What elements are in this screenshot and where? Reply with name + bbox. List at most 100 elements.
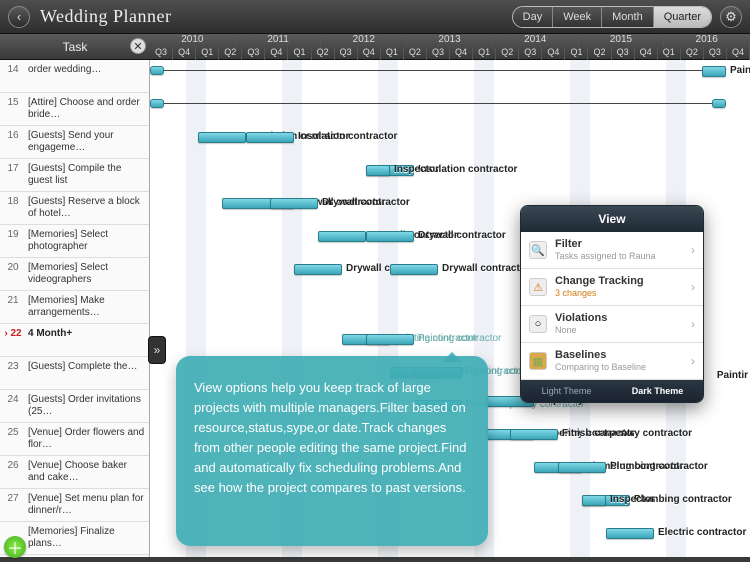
view-item-title: Baselines [555, 349, 691, 361]
task-name: order wedding… [26, 62, 149, 78]
settings-button[interactable]: ⚙ [720, 6, 742, 28]
task-row[interactable]: › 224 Month+ [0, 324, 149, 357]
gantt-bar[interactable] [246, 132, 294, 143]
year-label: 2015 [579, 34, 665, 47]
quarter-label: Q1 [196, 47, 219, 60]
quarter-label: Q3 [150, 47, 173, 60]
theme-dark[interactable]: Dark Theme [612, 380, 703, 402]
quarter-label: Q1 [288, 47, 311, 60]
view-popover: View 🔍FilterTasks assigned to Rauna›⚠Cha… [520, 205, 704, 403]
task-number: 15 [0, 95, 26, 108]
gantt-bar[interactable] [558, 462, 606, 473]
quarter-label: Q3 [612, 47, 635, 60]
quarter-label: Q2 [404, 47, 427, 60]
task-number: 25 [0, 425, 26, 438]
task-name: [Guests] Compile the guest list [26, 161, 149, 189]
gantt-bar[interactable] [318, 231, 366, 242]
view-item-violations[interactable]: ○ViolationsNone› [521, 306, 703, 343]
gantt-bar[interactable] [198, 132, 246, 143]
add-task-button[interactable]: ＋ [4, 536, 26, 558]
task-row[interactable]: 18[Guests] Reserve a block of hotel… [0, 192, 149, 225]
expand-columns-handle[interactable]: » [148, 336, 166, 364]
summary-cap [150, 99, 164, 108]
theme-light[interactable]: Light Theme [521, 380, 612, 402]
quarter-label: Q4 [358, 47, 381, 60]
quarter-label: Q3 [335, 47, 358, 60]
task-number: 21 [0, 293, 26, 306]
gantt-bar[interactable] [366, 231, 414, 242]
task-name: [Memories] Select photographer [26, 227, 149, 255]
task-number: 26 [0, 458, 26, 471]
task-number [0, 524, 26, 526]
view-item-filter[interactable]: 🔍FilterTasks assigned to Rauna› [521, 232, 703, 269]
task-row[interactable]: 15[Attire] Choose and order bride… [0, 93, 149, 126]
violations-icon: ○ [529, 315, 547, 333]
task-header-label: Task [63, 40, 88, 54]
chevron-right-icon: › [691, 317, 695, 331]
view-item-text: Change Tracking3 changes [555, 275, 691, 299]
quarter-label: Q4 [635, 47, 658, 60]
year-label: 2011 [236, 34, 322, 47]
task-row[interactable]: 23[Guests] Complete the… [0, 357, 149, 390]
range-day[interactable]: Day [513, 7, 554, 27]
back-button[interactable]: ‹ [8, 6, 30, 28]
task-number: 16 [0, 128, 26, 141]
task-number: 14 [0, 62, 26, 75]
year-label: 2014 [493, 34, 579, 47]
gantt-bar[interactable] [390, 264, 438, 275]
task-row[interactable]: 20[Memories] Select videographers [0, 258, 149, 291]
view-popover-title: View [521, 206, 703, 232]
gantt-bar-label: Inspector [394, 164, 439, 175]
quarter-label: Q3 [427, 47, 450, 60]
gantt-bar[interactable] [510, 429, 558, 440]
app-title: Wedding Planner [40, 6, 172, 27]
gantt-bar-label: Insulation contractor [298, 131, 397, 142]
gantt-bar-label: Paintir [717, 370, 748, 381]
range-quarter[interactable]: Quarter [654, 7, 711, 27]
task-row[interactable]: 21[Memories] Make arrangements… [0, 291, 149, 324]
gantt-bar[interactable] [606, 528, 654, 539]
view-item-change_tracking[interactable]: ⚠ Change Tracking3 changes› [521, 269, 703, 306]
help-callout-text: View options help you keep track of larg… [194, 380, 466, 495]
range-week[interactable]: Week [553, 7, 602, 27]
task-list[interactable]: 14order wedding…15[Attire] Choose and or… [0, 60, 150, 562]
task-number: 18 [0, 194, 26, 207]
gantt-bar[interactable] [366, 165, 390, 176]
task-number: 23 [0, 359, 26, 372]
view-item-title: Filter [555, 238, 691, 250]
task-row[interactable]: 14order wedding… [0, 60, 149, 93]
range-month[interactable]: Month [602, 7, 654, 27]
summary-bar[interactable] [150, 103, 726, 104]
change_tracking-icon: ⚠ [529, 278, 547, 296]
gantt-bar[interactable] [582, 495, 606, 506]
task-row[interactable]: 27[Venue] Set menu plan for dinner/r… [0, 489, 149, 522]
filter-icon: 🔍 [529, 241, 547, 259]
task-row[interactable]: 19[Memories] Select photographer [0, 225, 149, 258]
close-task-column[interactable]: ✕ [130, 38, 146, 54]
quarter-label: Q1 [565, 47, 588, 60]
task-row[interactable]: 26[Venue] Choose baker and cake… [0, 456, 149, 489]
summary-cap [712, 99, 726, 108]
view-item-baselines[interactable]: ▦BaselinesComparing to Baseline› [521, 343, 703, 380]
gantt-bar[interactable] [366, 334, 414, 345]
gantt-bar-label: Drywall contractor [442, 263, 530, 274]
gantt-bar[interactable] [294, 264, 342, 275]
gantt-bar[interactable] [702, 66, 726, 77]
chevron-right-icon: › [691, 280, 695, 294]
task-number: 20 [0, 260, 26, 273]
view-item-title: Change Tracking [555, 275, 691, 287]
task-row[interactable]: 17[Guests] Compile the guest list [0, 159, 149, 192]
task-row[interactable]: 25[Venue] Order flowers and flor… [0, 423, 149, 456]
task-name: 4 Month+ [26, 326, 149, 342]
task-name: [Guests] Reserve a block of hotel… [26, 194, 149, 222]
baselines-icon: ▦ [529, 352, 547, 370]
close-icon: ✕ [133, 40, 142, 53]
task-name: [Guests] Send your engageme… [26, 128, 149, 156]
year-label: 2010 [150, 34, 236, 47]
task-row[interactable]: 16[Guests] Send your engageme… [0, 126, 149, 159]
gear-icon: ⚙ [725, 9, 737, 25]
summary-bar[interactable] [150, 70, 726, 71]
gantt-bar[interactable] [270, 198, 318, 209]
task-name: [Memories] Make arrangements… [26, 293, 149, 321]
task-row[interactable]: 24[Guests] Order invitations (25… [0, 390, 149, 423]
